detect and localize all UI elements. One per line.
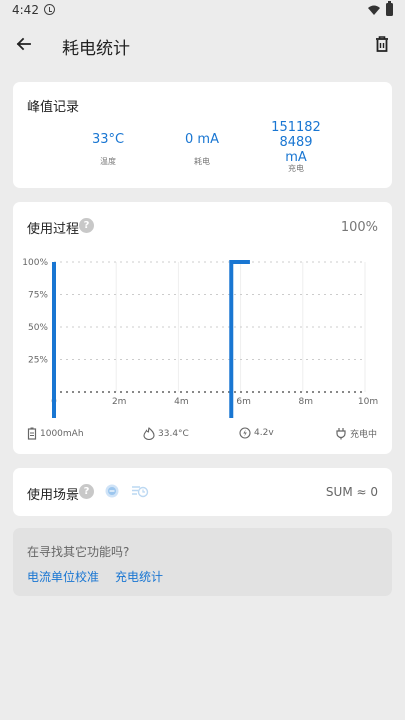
peak-temperature-value: 33°C: [91, 132, 125, 147]
arrow-left-icon: [16, 37, 31, 51]
peak-charge-value-line2: 8489: [279, 135, 313, 150]
usage-chart: 100%75%50%25%0 2m 4m 6m 8m 10m: [22, 258, 378, 418]
screen-on-icon: [105, 484, 119, 498]
peak-charge-value-clip: 151182 8489 mA: [261, 120, 331, 161]
delete-button[interactable]: [368, 30, 396, 58]
back-button[interactable]: [10, 30, 38, 58]
x-tick-label: 4m: [174, 397, 189, 407]
app-bar: 耗电统计: [0, 22, 405, 68]
battery-voltage-value: 4.2v: [254, 428, 274, 438]
alarm-clock-icon: [44, 4, 55, 15]
current-unit-calibration-link[interactable]: 电流单位校准: [27, 568, 99, 585]
status-time: 4:42: [12, 3, 39, 17]
battery-capacity: 1000mAh: [27, 427, 84, 440]
battery-temperature: 33.4°C: [143, 427, 189, 440]
peak-record-title: 峰值记录: [27, 100, 80, 115]
peak-power: 0 mA 耗电: [167, 132, 237, 167]
peak-temperature-label: 温度: [100, 157, 116, 166]
peak-charge-value-line1: 151182: [271, 120, 321, 135]
y-tick-label: 100%: [22, 258, 48, 268]
peak-charge-value-line3: mA: [285, 150, 307, 161]
peak-power-label: 耗电: [194, 157, 210, 166]
y-tick-label: 75%: [28, 291, 48, 301]
y-tick-label: 50%: [28, 323, 48, 333]
x-tick-label: 6m: [236, 397, 251, 407]
peak-temperature: 33°C 温度: [73, 132, 143, 167]
other-features-card: 在寻找其它功能吗? 电流单位校准 充电统计: [13, 528, 392, 596]
battery-capacity-value: 1000mAh: [40, 428, 84, 439]
screen-off-icon: [132, 486, 149, 498]
flame-icon: [143, 427, 155, 440]
peak-charge-label: 充电: [288, 164, 304, 173]
scene-sum: SUM ≈ 0: [325, 485, 378, 499]
y-tick-label: 25%: [28, 356, 48, 366]
plug-icon: [336, 428, 346, 440]
voltage-icon: [239, 427, 251, 439]
status-bar: 4:42: [0, 0, 405, 22]
usage-scene-title: 使用场景: [27, 488, 80, 503]
x-tick-label: 8m: [299, 397, 314, 407]
x-tick-label: 10m: [358, 397, 378, 407]
other-features-question: 在寻找其它功能吗?: [27, 545, 130, 559]
scene-help-icon[interactable]: ?: [79, 484, 94, 499]
charging-state-text: 充电中: [350, 430, 378, 440]
usage-process-card: 使用过程 ? 100% 100% 75% 50% 25% 0 2m 4m 6m 8m 10m 10…: [13, 202, 392, 454]
usage-scene-card: 使用场景 ? SUM ≈ 0: [13, 468, 392, 516]
peak-charge: 151182 8489 mA 充电: [261, 120, 331, 174]
peak-power-value: 0 mA: [185, 132, 219, 147]
battery-temperature-value: 33.4°C: [158, 428, 189, 439]
x-tick-label: 2m: [112, 397, 127, 407]
wifi-icon: [368, 5, 380, 15]
trash-icon: [376, 36, 388, 52]
battery-icon: [386, 1, 393, 16]
peak-record-card: 峰值记录 33°C 温度 0 mA 耗电 151182 8489 mA 充电: [13, 82, 392, 188]
battery-outline-icon: [27, 427, 37, 440]
battery-voltage: 4.2v: [239, 427, 274, 439]
charging-state: 充电中: [335, 427, 377, 440]
charge-statistics-link[interactable]: 充电统计: [115, 568, 163, 585]
page-title: 耗电统计: [62, 39, 130, 59]
